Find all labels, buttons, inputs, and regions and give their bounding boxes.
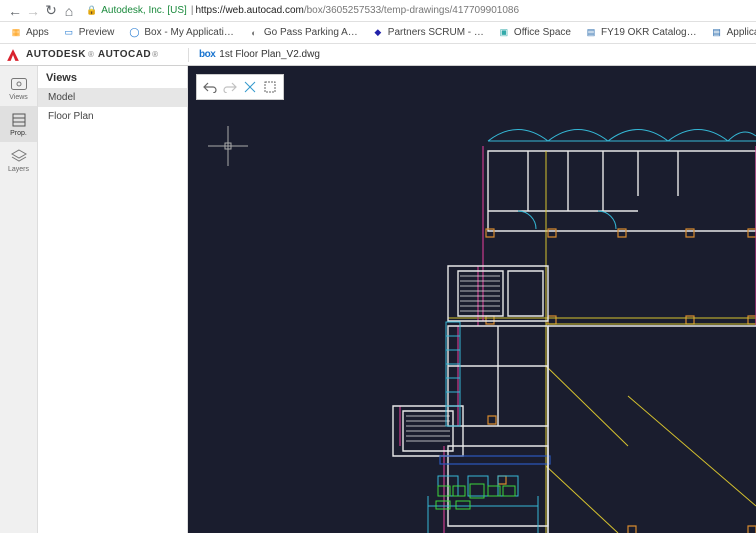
- brand: AUTODESK ® AUTOCAD ®: [0, 48, 188, 62]
- bookmark-office[interactable]: ▣Office Space: [492, 27, 577, 39]
- url-host: https://web.autocad.com: [195, 5, 303, 16]
- panel-title: Views: [38, 66, 187, 88]
- layers-icon: [11, 148, 27, 164]
- back-button[interactable]: ←: [6, 2, 24, 20]
- views-panel: Views Model Floor Plan: [38, 66, 188, 533]
- floor-plan-drawing: [188, 66, 756, 533]
- lock-icon: 🔒: [86, 5, 97, 16]
- reload-button[interactable]: ↻: [42, 2, 60, 20]
- rail-item-prop[interactable]: Prop.: [0, 106, 37, 142]
- box-prefix: box: [199, 49, 215, 60]
- brand-company: AUTODESK: [26, 49, 86, 60]
- rail-item-layers[interactable]: Layers: [0, 142, 37, 178]
- bookmark-scrum[interactable]: ◆Partners SCRUM - …: [366, 27, 490, 39]
- cert-label: Autodesk, Inc. [US]: [101, 5, 187, 16]
- bookmark-preview[interactable]: ▭Preview: [57, 27, 121, 39]
- rail-item-views[interactable]: Views: [0, 70, 37, 106]
- bookmark-okr[interactable]: ▤FY19 OKR Catalog…: [579, 27, 703, 39]
- autodesk-logo-icon: [6, 48, 20, 62]
- bookmark-apps[interactable]: ▦Apps: [4, 27, 55, 39]
- bookmark-appengag[interactable]: ▤Application Engag…: [705, 27, 756, 39]
- panel-row-floorplan[interactable]: Floor Plan: [38, 107, 187, 126]
- url-path: /box/3605257533/temp-drawings/4177099010…: [304, 5, 519, 16]
- panel-row-model[interactable]: Model: [38, 88, 187, 107]
- properties-icon: [11, 112, 27, 128]
- home-button[interactable]: ⌂: [60, 2, 78, 20]
- bookmark-gopass[interactable]: ◐Go Pass Parking A…: [242, 27, 364, 39]
- drawing-canvas[interactable]: [188, 66, 756, 533]
- document-title: box 1st Floor Plan_V2.dwg: [189, 49, 320, 60]
- app-header: AUTODESK ® AUTOCAD ® box 1st Floor Plan_…: [0, 44, 756, 66]
- bookmark-box[interactable]: ◯Box - My Applicati…: [122, 27, 239, 39]
- main-area: Views Prop. Layers Views Model Floor Pla…: [0, 66, 756, 533]
- bookmarks-bar: ▦Apps ▭Preview ◯Box - My Applicati… ◐Go …: [0, 22, 756, 44]
- document-filename: 1st Floor Plan_V2.dwg: [219, 49, 320, 60]
- browser-nav-bar: ← → ↻ ⌂ 🔒 Autodesk, Inc. [US] | https://…: [0, 0, 756, 22]
- brand-product: AUTOCAD: [98, 49, 151, 60]
- forward-button[interactable]: →: [24, 2, 42, 20]
- address-bar[interactable]: Autodesk, Inc. [US] | https://web.autoca…: [101, 5, 519, 16]
- left-rail: Views Prop. Layers: [0, 66, 38, 533]
- views-icon: [11, 76, 27, 92]
